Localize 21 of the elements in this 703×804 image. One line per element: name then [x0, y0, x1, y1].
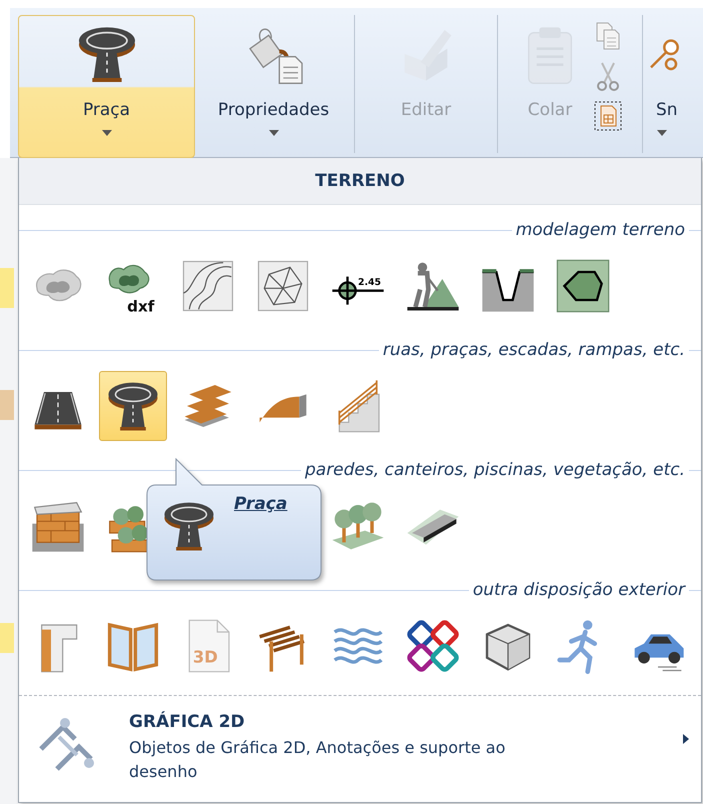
ribbon-button[interactable]: Sn [651, 15, 681, 158]
tooltip-link[interactable]: Praça [234, 494, 288, 514]
plaza-button[interactable]: Praça [18, 15, 195, 158]
submenu-title: GRÁFICA 2D [129, 712, 246, 732]
section-label: outra disposição exterior [472, 580, 687, 600]
properties-button[interactable]: Propriedades [201, 15, 346, 158]
crosshair-tool[interactable]: 2.45 [324, 251, 392, 321]
mesh-icon [255, 258, 311, 314]
section-label: paredes, canteiros, piscinas, vegetação, etc. [304, 460, 686, 480]
section-label: modelagem terreno [514, 220, 686, 240]
plaza-tool[interactable] [99, 371, 167, 441]
polygon-icon [555, 258, 611, 314]
submenu-arrow-icon [681, 732, 691, 746]
submenu-item[interactable]: GRÁFICA 2D Objetos de Gráfica 2D, Anotações e suporte ao desenho [19, 695, 701, 799]
chain-icon [405, 618, 461, 674]
submenu-description: Objetos de Gráfica 2D, Anotações e suporte ao desenho [129, 737, 506, 782]
terrain-dxf-tool[interactable]: dxf [99, 251, 167, 321]
section-label: ruas, praças, escadas, rampas, etc. [382, 340, 686, 360]
contour-map-icon [180, 258, 236, 314]
menu-header: TERRENO [19, 158, 701, 205]
document-icon[interactable] [594, 101, 622, 131]
